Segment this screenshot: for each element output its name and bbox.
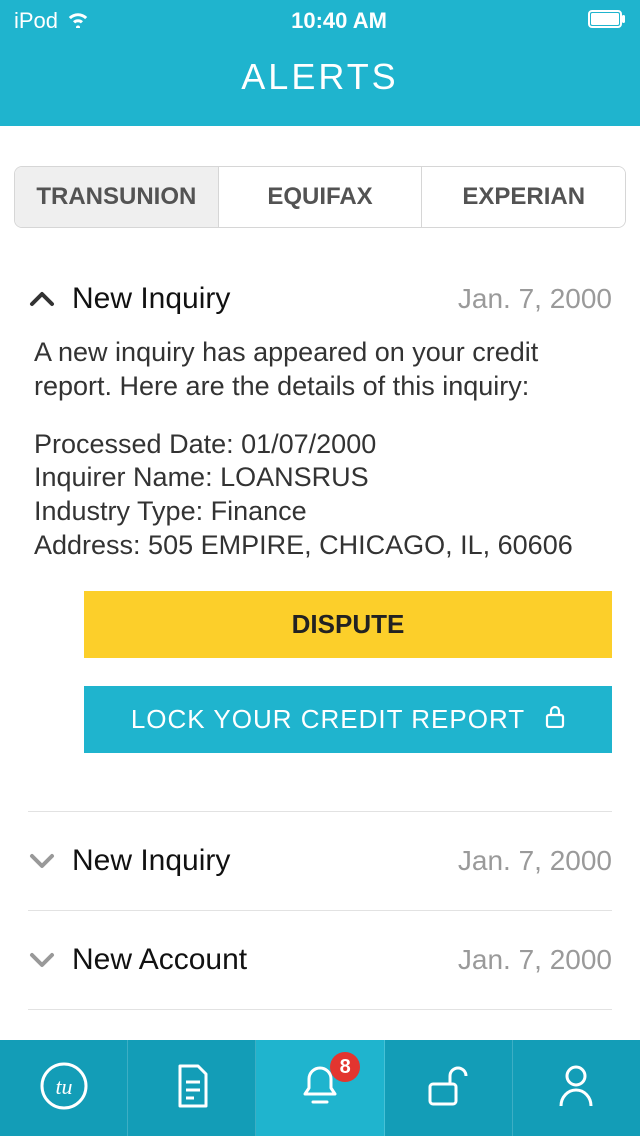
page-title: ALERTS [0, 38, 640, 126]
alert-toggle[interactable]: New Inquiry Jan. 7, 2000 [28, 812, 612, 910]
nav-alerts[interactable]: 8 [256, 1040, 384, 1136]
alert-field: Industry Type: Finance [34, 495, 612, 529]
nav-home[interactable]: tu [0, 1040, 128, 1136]
alerts-badge: 8 [330, 1052, 360, 1082]
alert-title: New Account [72, 943, 247, 977]
battery-icon [588, 8, 626, 34]
alerts-list: New Inquiry Jan. 7, 2000 A new inquiry h… [0, 228, 640, 1010]
alert-details: A new inquiry has appeared on your credi… [28, 336, 612, 811]
alert-field: Address: 505 EMPIRE, CHICAGO, IL, 60606 [34, 529, 612, 563]
alert-item: New Account Jan. 7, 2000 [28, 911, 612, 1010]
alert-title: New Inquiry [72, 844, 230, 878]
chevron-up-icon [28, 290, 62, 308]
alert-field: Processed Date: 01/07/2000 [34, 428, 612, 462]
tu-logo-icon: tu [39, 1061, 89, 1116]
clock: 10:40 AM [291, 8, 387, 34]
lock-report-button[interactable]: LOCK YOUR CREDIT REPORT [84, 686, 612, 753]
person-icon [556, 1062, 596, 1115]
status-bar: iPod 10:40 AM [0, 0, 640, 38]
nav-profile[interactable] [513, 1040, 640, 1136]
alert-title: New Inquiry [72, 282, 230, 316]
wifi-icon [66, 8, 90, 34]
nav-report[interactable] [128, 1040, 256, 1136]
alert-item: New Inquiry Jan. 7, 2000 A new inquiry h… [28, 228, 612, 811]
lock-icon [545, 704, 565, 735]
chevron-down-icon [28, 951, 62, 969]
alert-description: A new inquiry has appeared on your credi… [34, 336, 612, 404]
dispute-button[interactable]: DISPUTE [84, 591, 612, 658]
lock-button-label: LOCK YOUR CREDIT REPORT [131, 704, 525, 735]
document-icon [172, 1062, 212, 1115]
alert-field: Inquirer Name: LOANSRUS [34, 461, 612, 495]
chevron-down-icon [28, 852, 62, 870]
alert-toggle[interactable]: New Inquiry Jan. 7, 2000 [28, 228, 612, 336]
svg-text:tu: tu [55, 1074, 72, 1099]
nav-lock[interactable] [385, 1040, 513, 1136]
bottom-nav: tu 8 [0, 1040, 640, 1136]
alert-date: Jan. 7, 2000 [458, 944, 612, 976]
alert-item: New Inquiry Jan. 7, 2000 [28, 811, 612, 911]
tab-experian[interactable]: EXPERIAN [421, 167, 625, 227]
app-header: iPod 10:40 AM ALERTS [0, 0, 640, 126]
tab-equifax[interactable]: EQUIFAX [218, 167, 422, 227]
alert-date: Jan. 7, 2000 [458, 283, 612, 315]
tab-transunion[interactable]: TRANSUNION [15, 167, 218, 227]
alert-date: Jan. 7, 2000 [458, 845, 612, 877]
unlock-icon [424, 1064, 472, 1113]
alert-toggle[interactable]: New Account Jan. 7, 2000 [28, 911, 612, 1009]
device-label: iPod [14, 8, 58, 34]
bureau-tabs: TRANSUNION EQUIFAX EXPERIAN [14, 166, 626, 228]
